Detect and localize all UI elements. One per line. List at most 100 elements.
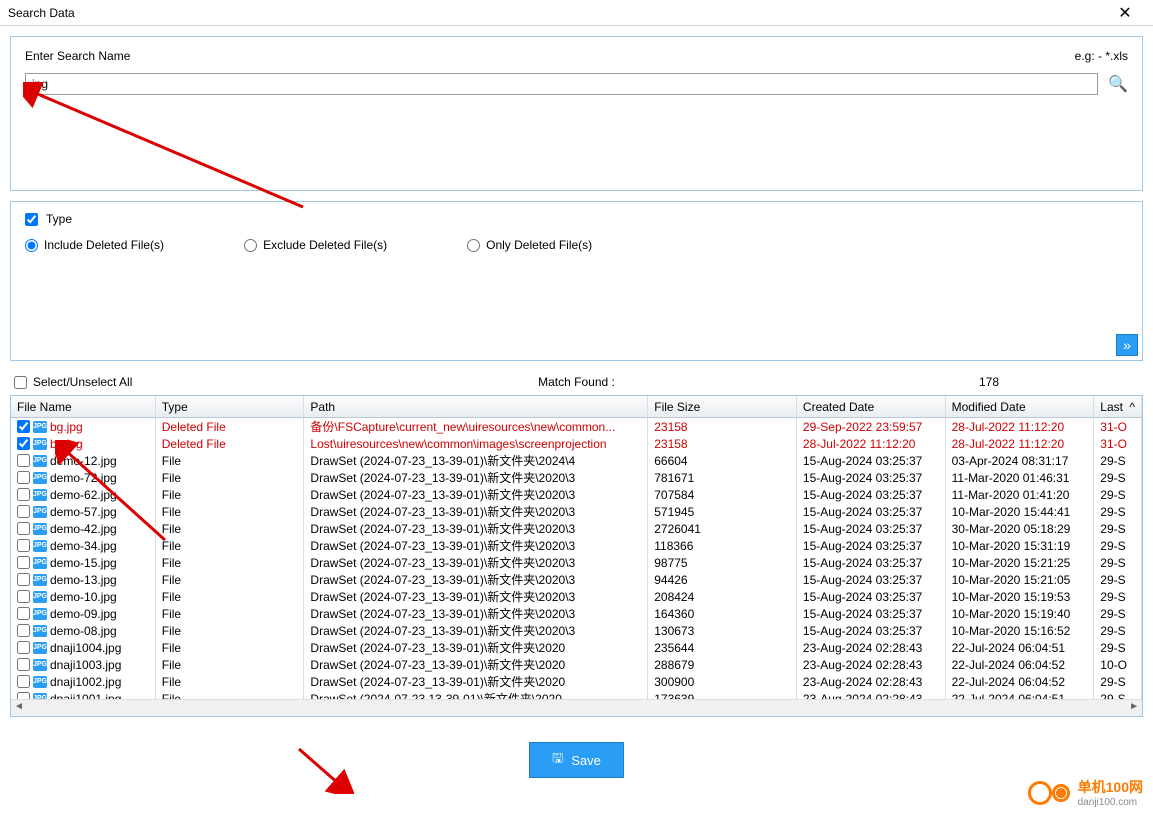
col-created[interactable]: Created Date	[797, 396, 946, 417]
file-path: 备份\FSCapture\current_new\uiresources\new…	[304, 418, 648, 435]
file-path: DrawSet (2024-07-23_13-39-01)\新文件夹\2020\…	[304, 469, 648, 486]
last-col: 29-S	[1094, 639, 1142, 656]
file-type: File	[156, 486, 305, 503]
close-icon[interactable]: ✕	[1105, 3, 1145, 23]
row-checkbox[interactable]	[17, 556, 30, 569]
created-date: 15-Aug-2024 03:25:37	[797, 622, 946, 639]
table-row[interactable]: JPGdemo-42.jpgFileDrawSet (2024-07-23_13…	[11, 520, 1142, 537]
titlebar: Search Data ✕	[0, 0, 1153, 26]
table-row[interactable]: JPGbg.jpgDeleted File备份\FSCapture\curren…	[11, 418, 1142, 435]
file-size: 208424	[648, 588, 797, 605]
col-filesize[interactable]: File Size	[648, 396, 797, 417]
created-date: 29-Sep-2022 23:59:57	[797, 418, 946, 435]
row-checkbox[interactable]	[17, 539, 30, 552]
radio-only[interactable]: Only Deleted File(s)	[467, 238, 592, 252]
file-name: demo-62.jpg	[50, 488, 117, 502]
last-col: 29-S	[1094, 520, 1142, 537]
modified-date: 30-Mar-2020 05:18:29	[946, 520, 1095, 537]
radio-exclude[interactable]: Exclude Deleted File(s)	[244, 238, 387, 252]
file-path: DrawSet (2024-07-23_13-39-01)\新文件夹\2020	[304, 639, 648, 656]
file-name: demo-08.jpg	[50, 624, 117, 638]
table-row[interactable]: JPGdemo-08.jpgFileDrawSet (2024-07-23_13…	[11, 622, 1142, 639]
last-col: 10-O	[1094, 656, 1142, 673]
modified-date: 10-Mar-2020 15:21:25	[946, 554, 1095, 571]
file-type: File	[156, 639, 305, 656]
created-date: 15-Aug-2024 03:25:37	[797, 503, 946, 520]
col-modified[interactable]: Modified Date	[946, 396, 1095, 417]
status-row: Select/Unselect All Match Found : 178	[0, 369, 1153, 395]
table-row[interactable]: JPGdemo-34.jpgFileDrawSet (2024-07-23_13…	[11, 537, 1142, 554]
created-date: 15-Aug-2024 03:25:37	[797, 469, 946, 486]
file-size: 300900	[648, 673, 797, 690]
row-checkbox[interactable]	[17, 505, 30, 518]
file-path: DrawSet (2024-07-23_13-39-01)\新文件夹\2020\…	[304, 571, 648, 588]
table-row[interactable]: JPGdemo-15.jpgFileDrawSet (2024-07-23_13…	[11, 554, 1142, 571]
file-type: File	[156, 554, 305, 571]
table-row[interactable]: JPGdemo-12.jpgFileDrawSet (2024-07-23_13…	[11, 452, 1142, 469]
table-row[interactable]: JPGdnaji1004.jpgFileDrawSet (2024-07-23_…	[11, 639, 1142, 656]
last-col: 29-S	[1094, 571, 1142, 588]
file-path: DrawSet (2024-07-23_13-39-01)\新文件夹\2020\…	[304, 622, 648, 639]
row-checkbox[interactable]	[17, 675, 30, 688]
jpg-icon: JPG	[33, 574, 47, 586]
file-type: File	[156, 622, 305, 639]
next-button[interactable]: »	[1116, 334, 1138, 356]
table-row[interactable]: JPGdemo-09.jpgFileDrawSet (2024-07-23_13…	[11, 605, 1142, 622]
file-size: 288679	[648, 656, 797, 673]
last-col: 29-S	[1094, 452, 1142, 469]
table-row[interactable]: JPGdemo-10.jpgFileDrawSet (2024-07-23_13…	[11, 588, 1142, 605]
match-found-label: Match Found :	[314, 375, 839, 389]
row-checkbox[interactable]	[17, 607, 30, 620]
table-row[interactable]: JPGdnaji1002.jpgFileDrawSet (2024-07-23_…	[11, 673, 1142, 690]
created-date: 23-Aug-2024 02:28:43	[797, 656, 946, 673]
table-row[interactable]: JPGdemo-57.jpgFileDrawSet (2024-07-23_13…	[11, 503, 1142, 520]
table-row[interactable]: JPGdemo-72.jpgFileDrawSet (2024-07-23_13…	[11, 469, 1142, 486]
row-checkbox[interactable]	[17, 471, 30, 484]
save-button[interactable]: 🖫Save	[529, 742, 624, 778]
search-label: Enter Search Name	[25, 49, 130, 63]
created-date: 15-Aug-2024 03:25:37	[797, 537, 946, 554]
type-label: Type	[46, 212, 72, 226]
select-all-checkbox[interactable]	[14, 376, 27, 389]
row-checkbox[interactable]	[17, 590, 30, 603]
row-checkbox[interactable]	[17, 658, 30, 671]
modified-date: 11-Mar-2020 01:46:31	[946, 469, 1095, 486]
file-type: File	[156, 503, 305, 520]
table-row[interactable]: JPGdemo-13.jpgFileDrawSet (2024-07-23_13…	[11, 571, 1142, 588]
watermark-logo	[1028, 778, 1072, 808]
file-name: demo-12.jpg	[50, 454, 117, 468]
row-checkbox[interactable]	[17, 420, 30, 433]
row-checkbox[interactable]	[17, 437, 30, 450]
col-type[interactable]: Type	[156, 396, 305, 417]
col-last[interactable]: Last^	[1094, 396, 1142, 417]
sort-asc-icon: ^	[1129, 400, 1135, 414]
table-body[interactable]: JPGbg.jpgDeleted File备份\FSCapture\curren…	[11, 418, 1142, 700]
row-checkbox[interactable]	[17, 624, 30, 637]
search-icon[interactable]: 🔍	[1108, 74, 1128, 94]
file-path: DrawSet (2024-07-23_13-39-01)\新文件夹\2020\…	[304, 486, 648, 503]
file-path: DrawSet (2024-07-23_13-39-01)\新文件夹\2020	[304, 656, 648, 673]
table-row[interactable]: JPGbg.jpgDeleted FileLost\uiresources\ne…	[11, 435, 1142, 452]
jpg-icon: JPG	[33, 540, 47, 552]
file-size: 23158	[648, 418, 797, 435]
type-checkbox[interactable]	[25, 213, 38, 226]
file-size: 781671	[648, 469, 797, 486]
table-row[interactable]: JPGdemo-62.jpgFileDrawSet (2024-07-23_13…	[11, 486, 1142, 503]
file-name: dnaji1004.jpg	[50, 641, 121, 655]
search-input[interactable]	[25, 73, 1098, 95]
table-header: File Name Type Path File Size Created Da…	[11, 396, 1142, 418]
row-checkbox[interactable]	[17, 641, 30, 654]
radio-include[interactable]: Include Deleted File(s)	[25, 238, 164, 252]
row-checkbox[interactable]	[17, 522, 30, 535]
file-path: DrawSet (2024-07-23_13-39-01)\新文件夹\2020\…	[304, 520, 648, 537]
col-filename[interactable]: File Name	[11, 396, 156, 417]
col-path[interactable]: Path	[304, 396, 648, 417]
row-checkbox[interactable]	[17, 454, 30, 467]
file-type: File	[156, 520, 305, 537]
table-row[interactable]: JPGdnaji1003.jpgFileDrawSet (2024-07-23_…	[11, 656, 1142, 673]
created-date: 15-Aug-2024 03:25:37	[797, 486, 946, 503]
row-checkbox[interactable]	[17, 488, 30, 501]
horizontal-scrollbar[interactable]	[11, 699, 1142, 716]
row-checkbox[interactable]	[17, 573, 30, 586]
last-col: 29-S	[1094, 588, 1142, 605]
